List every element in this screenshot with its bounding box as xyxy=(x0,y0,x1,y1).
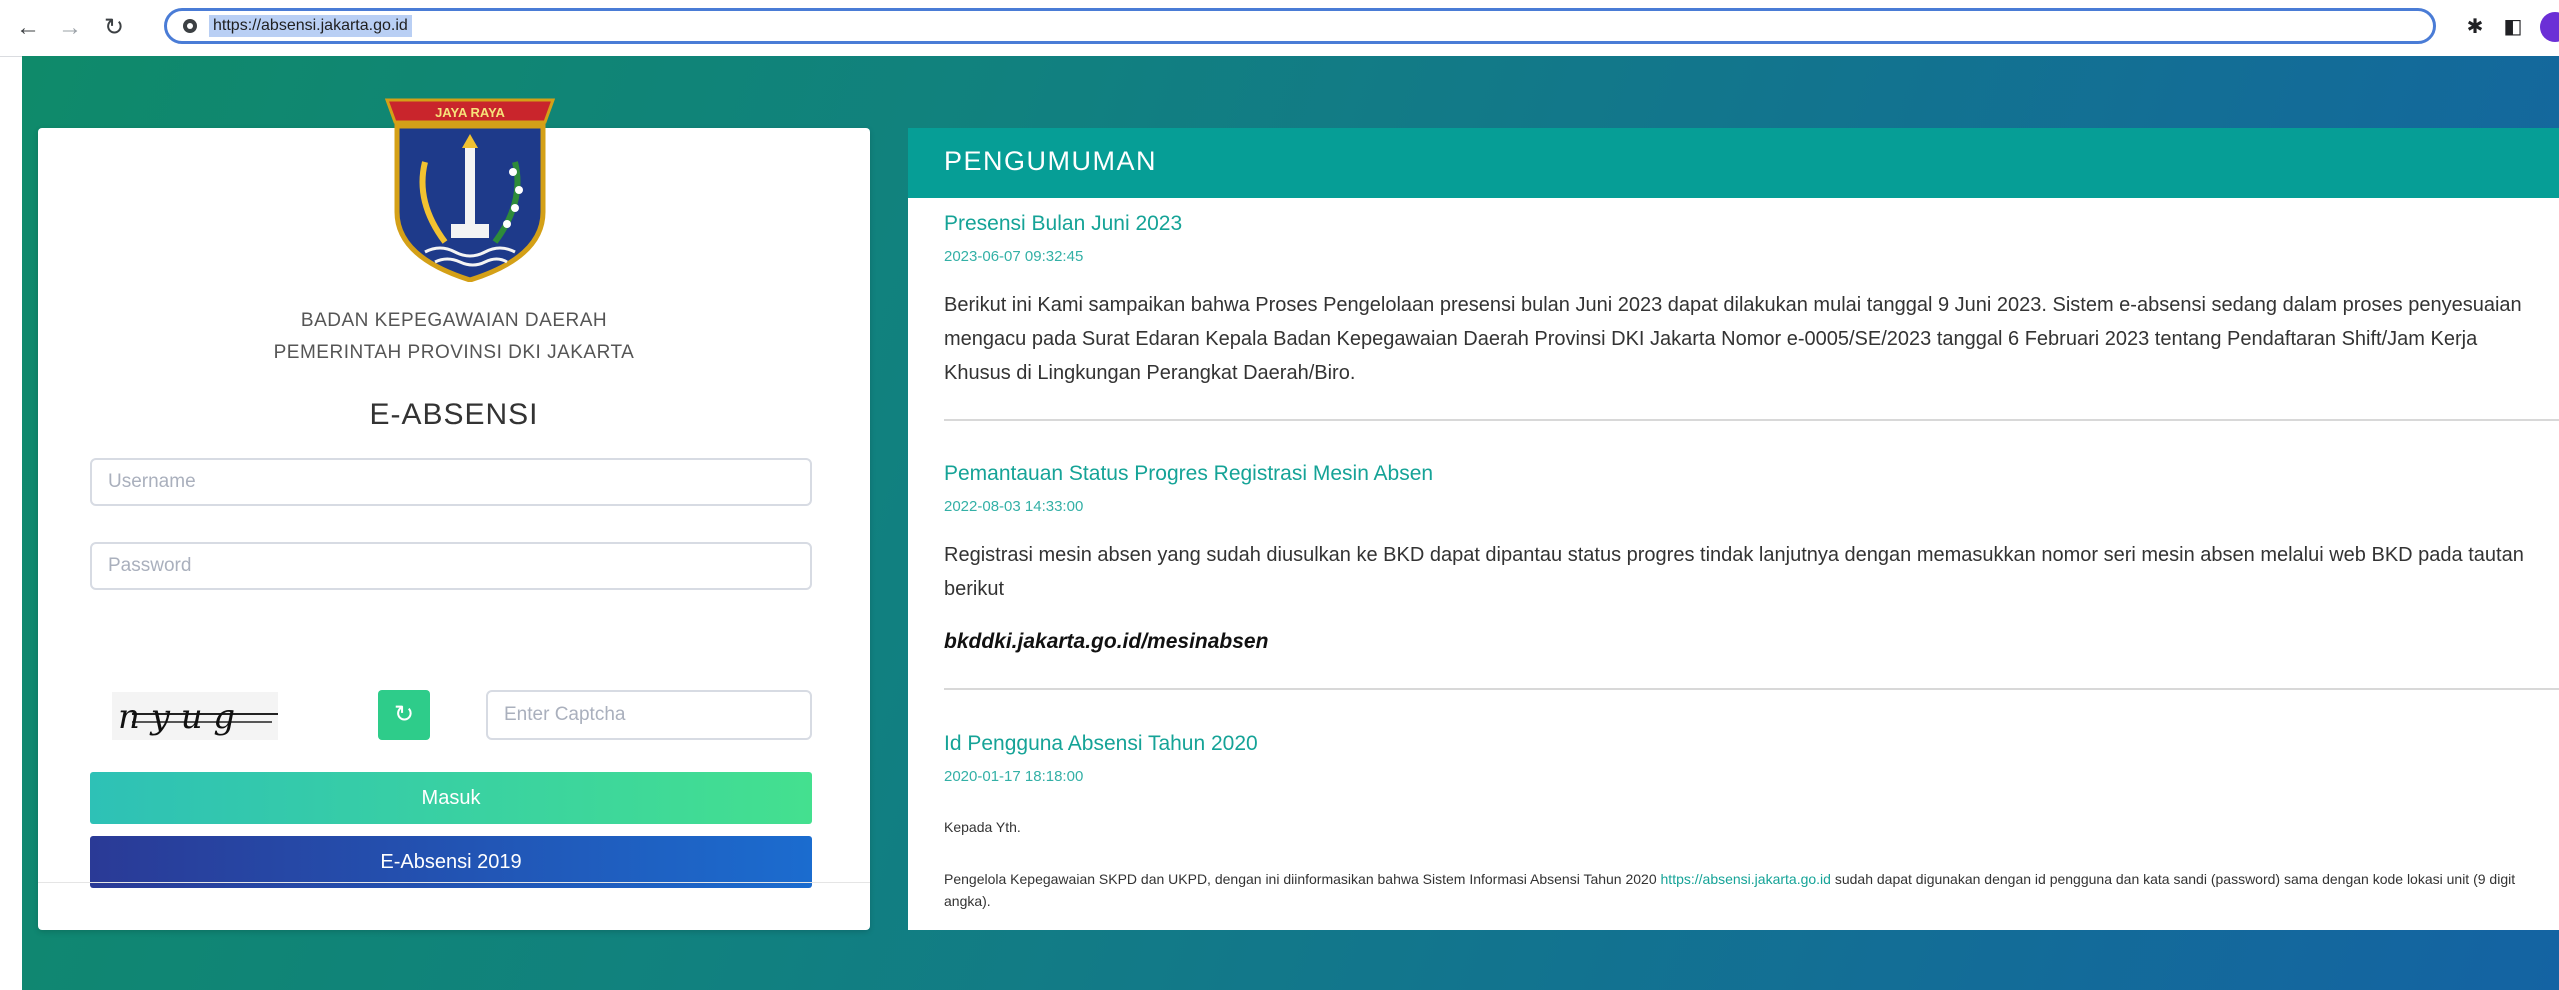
announcement-body: Registrasi mesin absen yang sudah diusul… xyxy=(944,544,2524,600)
reload-icon[interactable]: ↻ xyxy=(100,14,128,42)
captcha-text: n y u g xyxy=(118,697,235,737)
address-bar[interactable]: https://absensi.jakarta.go.id xyxy=(164,8,2436,44)
org-name-line1: BADAN KEPEGAWAIAN DAERAH xyxy=(300,310,608,331)
announcement-date: 2023-06-07 09:32:45 xyxy=(944,248,1084,265)
announcement-greeting: Kepada Yth. xyxy=(944,819,1021,835)
page-background: JAYA RAYA BADAN KEPEGAWAIAN DAERAH PEMER… xyxy=(22,56,2559,990)
announcement-title[interactable]: Pemantauan Status Progres Registrasi Mes… xyxy=(944,462,1433,486)
announcement-date: 2020-01-17 18:18:00 xyxy=(944,768,1084,785)
app-title: E-ABSENSI xyxy=(369,398,539,431)
refresh-captcha-icon: ↻ xyxy=(393,701,415,728)
announcement-divider xyxy=(944,688,2559,690)
site-info-icon[interactable] xyxy=(183,19,197,33)
password-input[interactable] xyxy=(90,542,812,590)
announcement-date: 2022-08-03 14:33:00 xyxy=(944,498,1084,515)
announcements-title: PENGUMUMAN xyxy=(944,146,1158,176)
org-name-line2: PEMERINTAH PROVINSI DKI JAKARTA xyxy=(273,342,635,363)
back-arrow-icon[interactable]: ← xyxy=(14,14,42,42)
absensi-link[interactable]: https://absensi.jakarta.go.id xyxy=(1661,871,1831,887)
forward-arrow-icon[interactable]: → xyxy=(56,14,84,42)
browser-toolbar: ← → ↻ https://absensi.jakarta.go.id ✱ ◧ xyxy=(0,0,2559,57)
announcement-body: Pengelola Kepegawaian SKPD dan UKPD, den… xyxy=(944,868,2539,912)
extensions-icon[interactable]: ✱ xyxy=(2462,14,2488,40)
logo-banner-text: JAYA RAYA xyxy=(435,105,505,120)
username-input[interactable] xyxy=(90,458,812,506)
captcha-image: n y u g xyxy=(112,692,278,740)
e-absensi-2019-button[interactable]: E-Absensi 2019 xyxy=(90,836,812,888)
announcements-header: PENGUMUMAN xyxy=(908,128,2559,198)
dki-jakarta-emblem: JAYA RAYA xyxy=(385,98,555,282)
login-button[interactable]: Masuk xyxy=(90,772,812,824)
announcements-panel: PENGUMUMAN Presensi Bulan Juni 2023 2023… xyxy=(908,128,2559,930)
card-footer-divider xyxy=(38,882,870,883)
url-text[interactable]: https://absensi.jakarta.go.id xyxy=(209,15,412,37)
login-card: JAYA RAYA BADAN KEPEGAWAIAN DAERAH PEMER… xyxy=(38,98,870,930)
mesin-absen-link[interactable]: bkddki.jakarta.go.id/mesinabsen xyxy=(944,630,1268,654)
announcement-body-text: Pengelola Kepegawaian SKPD dan UKPD, den… xyxy=(944,871,1661,887)
announcement-divider xyxy=(944,419,2559,421)
announcement-title[interactable]: Presensi Bulan Juni 2023 xyxy=(944,212,1182,236)
announcement-title[interactable]: Id Pengguna Absensi Tahun 2020 xyxy=(944,732,1258,756)
side-panel-icon[interactable]: ◧ xyxy=(2500,14,2526,40)
profile-icon[interactable] xyxy=(2540,12,2559,42)
captcha-input[interactable] xyxy=(486,690,812,740)
refresh-captcha-button[interactable]: ↻ xyxy=(378,690,430,740)
announcement-body: Berikut ini Kami sampaikan bahwa Proses … xyxy=(944,294,2522,384)
